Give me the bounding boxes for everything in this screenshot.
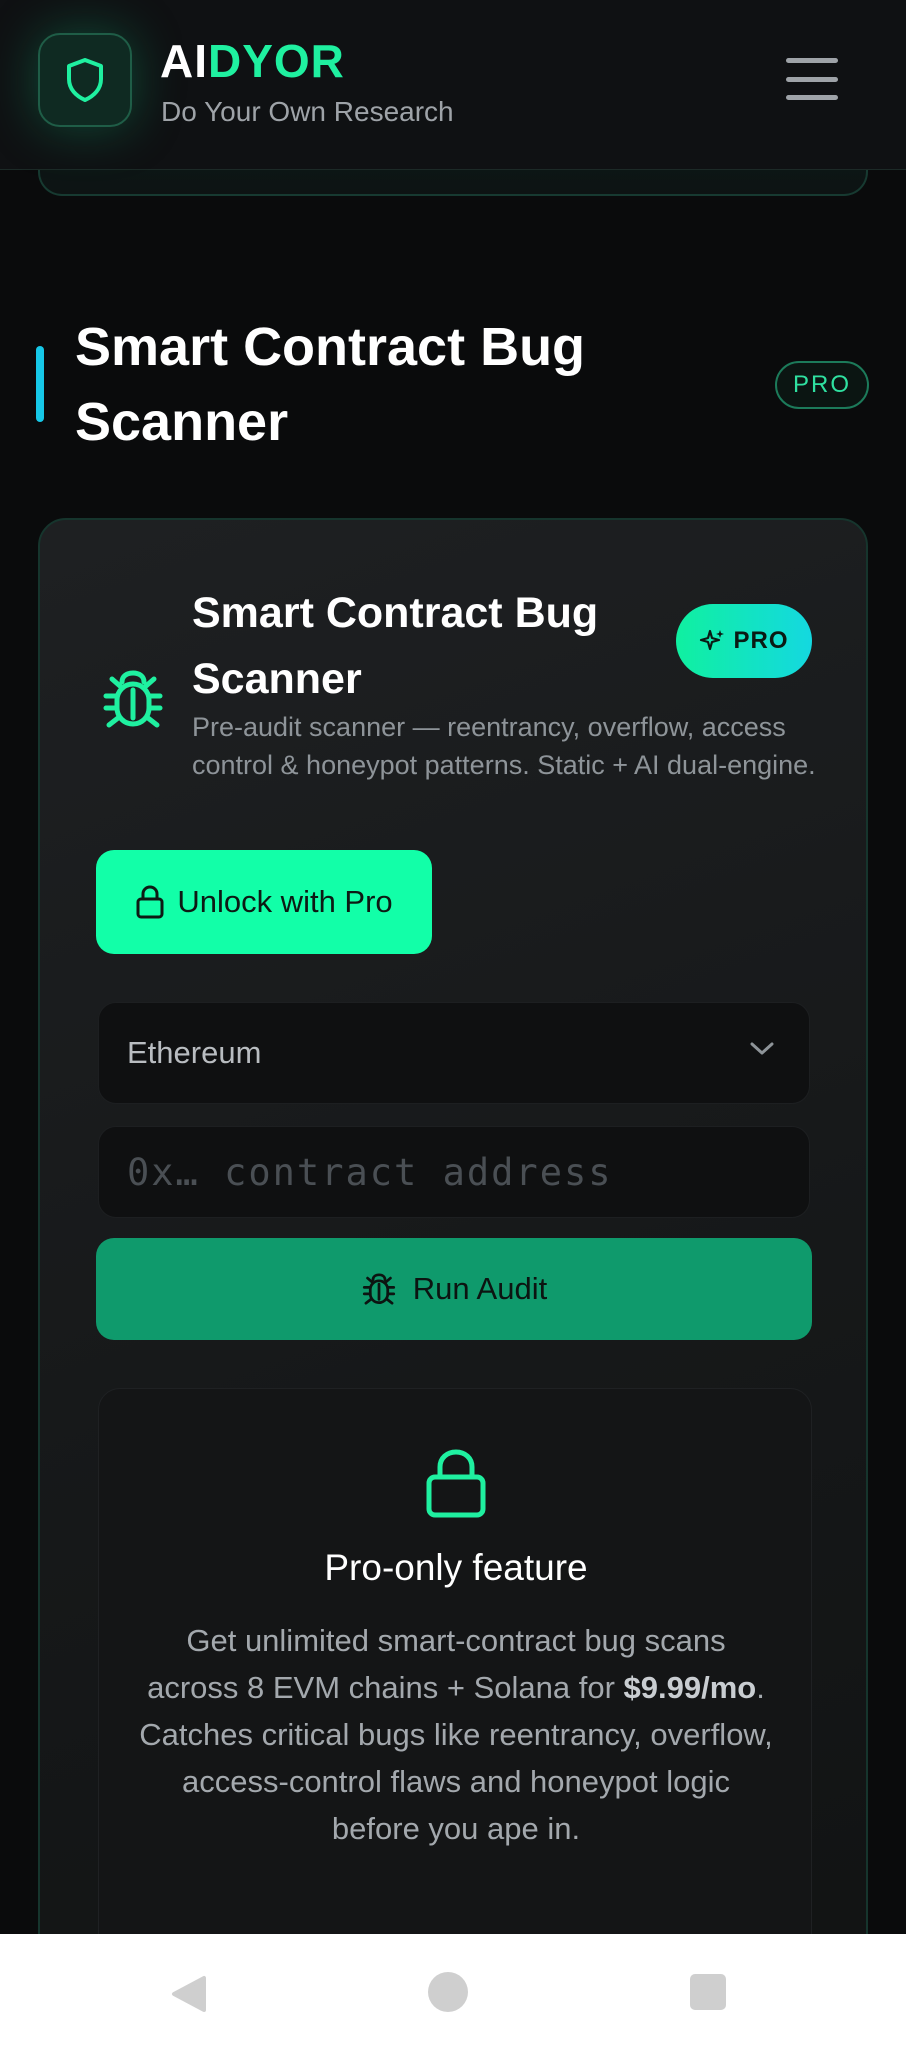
chevron-down-icon (750, 1042, 774, 1055)
unlock-label: Unlock with Pro (177, 884, 393, 919)
nav-recents-icon[interactable] (690, 1974, 726, 2010)
shield-icon (67, 58, 103, 102)
nav-home-icon[interactable] (428, 1972, 468, 2012)
brand-name: AIDYOR (160, 34, 345, 88)
run-audit-button[interactable]: Run Audit (96, 1238, 812, 1340)
lock-icon (136, 885, 164, 919)
pro-only-title: Pro-only feature (324, 1547, 588, 1588)
bug-icon (362, 1273, 395, 1305)
bug-scanner-card: Smart Contract Bug Scanner PRO Pre-audit… (38, 518, 868, 2048)
logo[interactable] (38, 33, 132, 127)
section-accent-bar (36, 346, 44, 422)
pro-only-text: Get unlimited smart-contract bug scans a… (139, 1617, 773, 1852)
card-description: Pre-audit scanner — reentrancy, overflow… (192, 712, 816, 780)
contract-address-input[interactable] (98, 1126, 810, 1218)
pro-price: $9.99/mo (623, 1670, 757, 1705)
brand-prefix: AI (160, 35, 208, 87)
tagline: Do Your Own Research (161, 96, 454, 127)
nav-back-icon[interactable] (168, 1974, 208, 2014)
unlock-with-pro-button[interactable]: Unlock with Pro (96, 850, 432, 954)
menu-icon[interactable] (786, 58, 838, 100)
system-nav-bar (0, 1934, 906, 2048)
chain-selected-value: Ethereum (127, 1035, 262, 1070)
section-title: Smart Contract Bug Scanner (75, 317, 586, 452)
pro-badge: PRO (676, 604, 812, 678)
card-title: Smart Contract Bug Scanner (192, 589, 599, 703)
run-audit-label: Run Audit (412, 1271, 548, 1306)
sparkle-icon (700, 629, 725, 651)
lock-icon (426, 1449, 486, 1518)
brand-suffix: DYOR (208, 35, 345, 87)
app-header: AIDYOR Do Your Own Research (0, 0, 906, 170)
bug-icon (103, 670, 163, 728)
pro-badge-label: PRO (733, 627, 789, 654)
chain-select[interactable]: Ethereum (98, 1002, 810, 1104)
section-pro-badge: PRO (775, 361, 869, 409)
